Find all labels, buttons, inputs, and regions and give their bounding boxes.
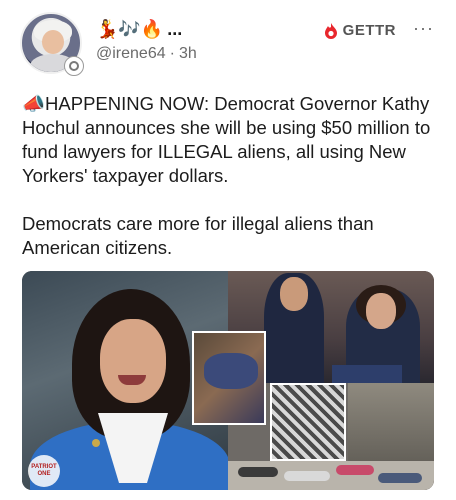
post-header: 💃🎶🔥 ... @irene64 · 3h GETTR ···	[20, 12, 440, 76]
gettr-logo-icon	[324, 22, 337, 39]
more-options-icon[interactable]: ···	[413, 18, 434, 39]
handle-line: @irene64 · 3h	[96, 45, 197, 63]
platform-badge: GETTR	[324, 22, 396, 39]
watermark-logo: PATRIOT ONE	[28, 455, 60, 487]
arrest-inset-photo	[192, 331, 266, 425]
platform-name: GETTR	[342, 22, 396, 39]
separator-dot: ·	[169, 45, 175, 62]
post-paragraph-2: Democrats care more for illegal aliens t…	[22, 213, 374, 258]
timestamp[interactable]: 3h	[179, 45, 197, 63]
display-name[interactable]: 💃🎶🔥 ...	[96, 18, 182, 40]
user-handle[interactable]: @irene64	[96, 45, 166, 63]
display-name-ellipsis: ...	[167, 18, 183, 39]
avatar-face	[42, 30, 64, 54]
post-body: 📣HAPPENING NOW: Democrat Governor Kathy …	[22, 92, 432, 260]
post-paragraph-1: 📣HAPPENING NOW: Democrat Governor Kathy …	[22, 93, 431, 186]
post-image-collage[interactable]: PATRIOT ONE	[22, 271, 434, 490]
verified-badge-icon	[64, 56, 84, 76]
display-name-emojis: 💃🎶🔥	[96, 18, 164, 39]
